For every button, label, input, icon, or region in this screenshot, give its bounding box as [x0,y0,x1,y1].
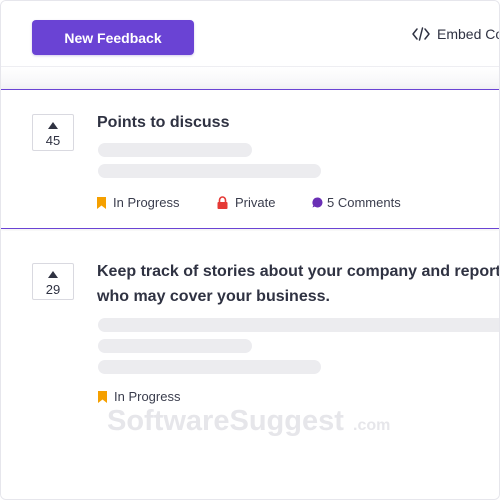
triangle-up-icon [48,271,58,278]
placeholder-line [98,164,321,178]
placeholder-line [98,318,499,332]
comments-label: 5 Comments [327,195,401,210]
placeholder-line [98,339,252,353]
status-label: In Progress [113,195,180,210]
post-title[interactable]: Points to discuss [97,110,229,135]
top-bar: New Feedback Embed Co [1,1,500,67]
vote-count: 45 [45,133,61,148]
vote-count: 29 [45,282,61,297]
chat-bubble-icon [312,197,323,208]
feedback-board: New Feedback Embed Co 45 Points to discu… [0,0,500,500]
embed-code-button[interactable]: Embed Co [412,26,500,42]
visibility-label: Private [235,195,276,210]
placeholder-line [98,360,321,374]
visibility-badge: Private [217,195,275,210]
watermark-logo: SoftwareSuggest .com [107,405,390,437]
feedback-card[interactable]: 29 Keep track of stories about your comp… [1,231,499,499]
status-badge: In Progress [97,195,179,210]
code-icon [412,27,430,41]
upvote-button[interactable]: 29 [32,263,74,300]
post-title-line-1[interactable]: Keep track of stories about your company… [97,259,499,284]
triangle-up-icon [48,122,58,129]
upvote-button[interactable]: 45 [32,114,74,151]
feedback-card[interactable]: 45 Points to discuss In Progress Private… [1,89,499,229]
post-title-line-2[interactable]: who may cover your business. [97,284,330,309]
lock-icon [217,196,228,209]
svg-text:.com: .com [353,417,390,434]
embed-label: Embed Co [437,26,500,42]
bookmark-icon [97,196,106,209]
new-feedback-button[interactable]: New Feedback [32,20,194,55]
svg-text:SoftwareSuggest: SoftwareSuggest [107,405,344,437]
divider [1,67,499,89]
placeholder-line [98,143,252,157]
comments-link[interactable]: 5 Comments [312,195,401,210]
